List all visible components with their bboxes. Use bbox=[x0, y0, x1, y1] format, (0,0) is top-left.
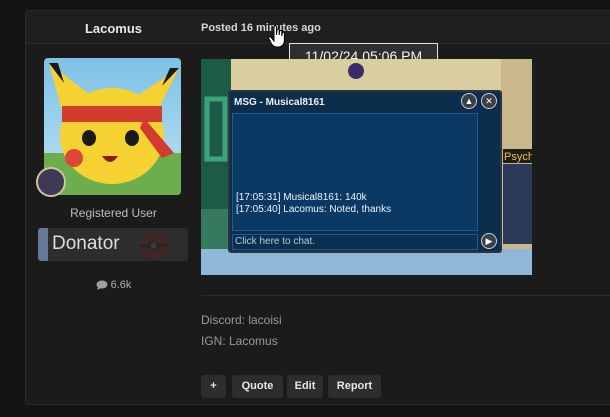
donator-label: Donator bbox=[52, 233, 120, 254]
username[interactable]: Lacomus bbox=[26, 21, 201, 36]
send-button[interactable]: ▶ bbox=[481, 233, 497, 249]
donator-banner: Donator bbox=[38, 228, 188, 261]
chat-messages: [17:05:31] Musical8161: 140k [17:05:40] … bbox=[232, 113, 478, 231]
chat-line-1: [17:05:31] Musical8161: 140k bbox=[236, 192, 367, 203]
plus-button[interactable]: + bbox=[201, 375, 226, 398]
avatar[interactable] bbox=[44, 58, 181, 195]
avatar-image bbox=[44, 63, 181, 195]
post-header: Lacomus Posted 16 minutes ago bbox=[26, 11, 610, 48]
signature-discord: Discord: lacoisi bbox=[201, 313, 282, 327]
close-button[interactable]: ✕ bbox=[481, 93, 497, 109]
edit-button[interactable]: Edit bbox=[287, 375, 323, 398]
message-count-value: 6.6k bbox=[110, 279, 132, 292]
chat-input[interactable]: Click here to chat. bbox=[232, 234, 478, 250]
signature-divider bbox=[201, 295, 610, 296]
chat-line-2: [17:05:40] Lacomus: Noted, thanks bbox=[236, 204, 392, 215]
message-count[interactable]: 6.6k bbox=[26, 279, 201, 291]
signature-ign: IGN: Lacomus bbox=[201, 334, 278, 348]
side-label: Psych bbox=[504, 151, 532, 163]
forum-post: Lacomus Posted 16 minutes ago 11/02/24 0… bbox=[25, 10, 610, 405]
donator-stripe bbox=[38, 228, 48, 261]
hand-pointer-icon bbox=[268, 25, 285, 48]
user-badge-icon bbox=[36, 167, 66, 197]
quote-button[interactable]: Quote bbox=[232, 375, 283, 398]
pokeball-icon bbox=[139, 231, 168, 260]
chat-title: MSG - Musical8161 bbox=[234, 97, 325, 108]
post-date[interactable]: Posted 16 minutes ago bbox=[201, 22, 321, 34]
report-button[interactable]: Report bbox=[328, 375, 381, 398]
chat-window[interactable]: MSG - Musical8161 ▲ ✕ [17:05:31] Musical… bbox=[228, 90, 502, 253]
minimize-button[interactable]: ▲ bbox=[461, 93, 477, 109]
attached-screenshot[interactable]: Psych MSG - Musical8161 ▲ ✕ [17:05:31] M… bbox=[201, 59, 532, 275]
user-title: Registered User bbox=[70, 206, 157, 220]
comment-icon bbox=[96, 280, 108, 291]
